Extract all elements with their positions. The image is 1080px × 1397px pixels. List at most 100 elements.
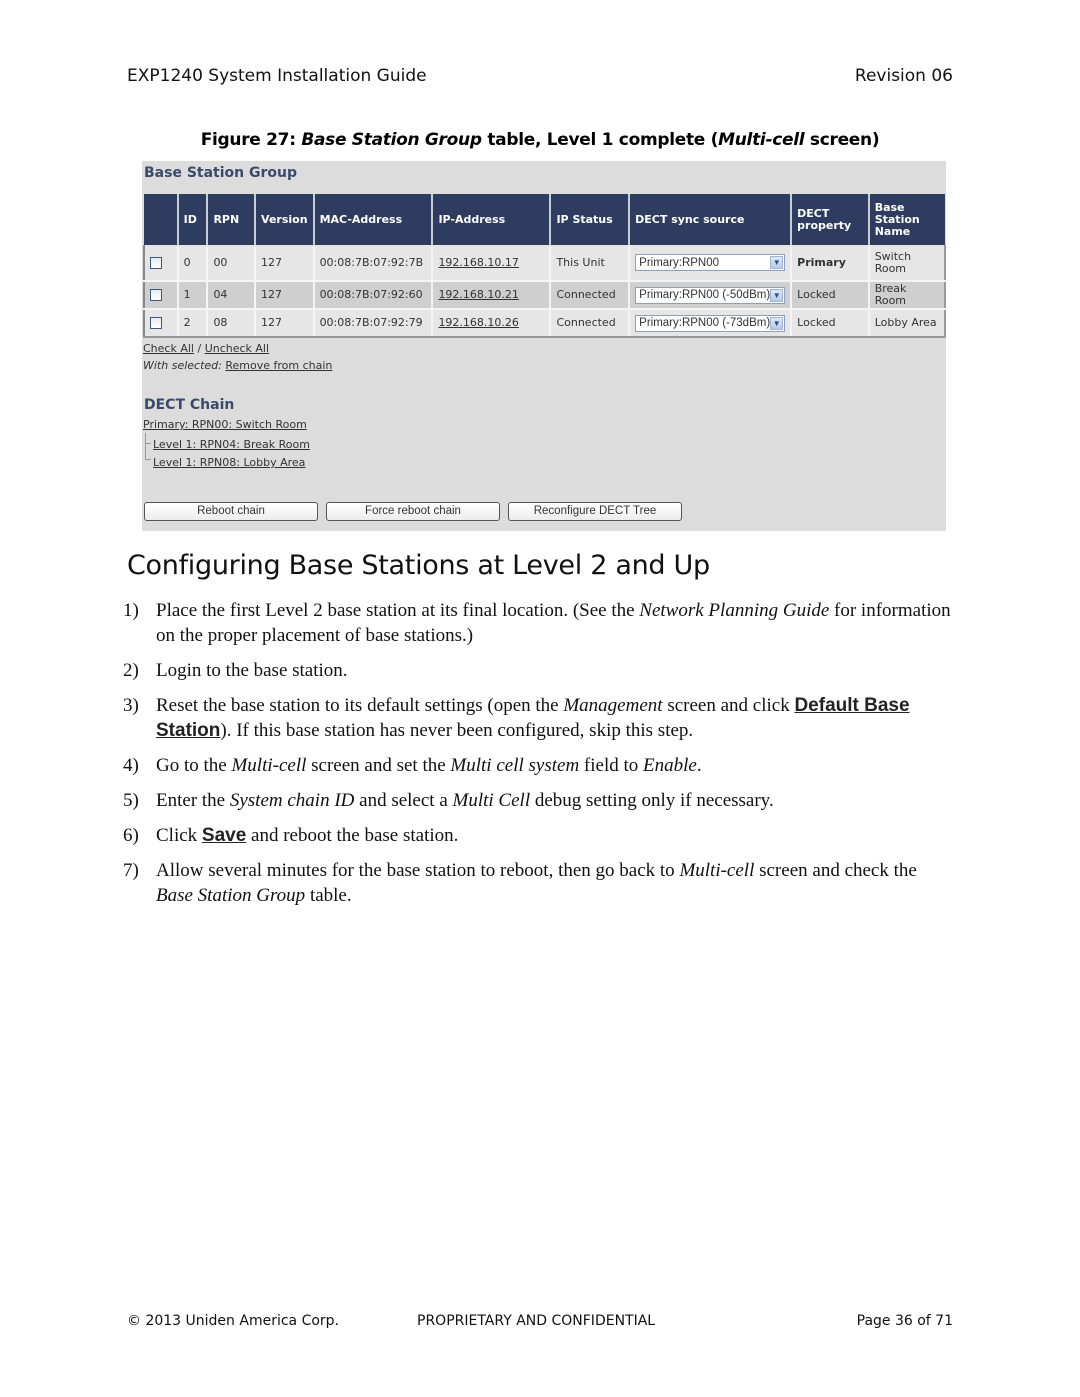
step-number: 5): [123, 790, 139, 811]
cell-rpn: 00: [206, 245, 256, 282]
cell-ip-status: This Unit: [549, 245, 630, 282]
cell-id: 2: [176, 309, 208, 338]
caption-text: table, Level 1 complete (: [481, 130, 719, 150]
cell-sync-source: Primary:RPN00 (-73dBm) ▼: [628, 309, 792, 338]
sync-source-select[interactable]: Primary:RPN00 (-73dBm) ▼: [635, 314, 786, 332]
document-revision: Revision 06: [854, 66, 953, 86]
cell-id: 0: [176, 245, 208, 282]
tree-connector: [145, 443, 151, 444]
sync-source-select[interactable]: Primary:RPN00 (-50dBm) ▼: [635, 286, 786, 304]
cell-sync-source: Primary:RPN00 ▼: [628, 245, 792, 282]
base-station-group-title: Base Station Group: [144, 165, 297, 181]
step-text: screen and click: [662, 695, 795, 716]
caption-prefix: Figure 27:: [200, 130, 302, 150]
cell-rpn: 08: [206, 309, 256, 338]
caption-text: screen): [804, 130, 880, 150]
step-text: ). If this base station has never been c…: [220, 720, 694, 741]
step-text: Enter the: [156, 790, 230, 811]
check-all-link[interactable]: Check All: [143, 342, 194, 355]
cell-rpn: 04: [206, 281, 256, 310]
row-checkbox[interactable]: [150, 256, 162, 269]
chain-link[interactable]: Primary: RPN00: Switch Room: [143, 418, 307, 431]
with-selected-label: With selected:: [143, 359, 222, 372]
cell-ip: 192.168.10.26: [431, 309, 551, 338]
row-checkbox[interactable]: [150, 289, 162, 301]
cell-version: 127: [254, 245, 314, 282]
step-item: 2) Login to the base station.: [123, 658, 953, 683]
step-item: 5) Enter the System chain ID and select …: [123, 788, 953, 813]
step-text: Go to the: [156, 755, 232, 776]
row-select-cell: [143, 309, 178, 338]
tree-connector: [145, 459, 151, 460]
base-station-group-table: ID RPN Version MAC-Address IP-Address IP…: [143, 194, 947, 338]
multicell-screenshot: Base Station Group ID RPN Version MAC-Ad…: [142, 161, 947, 531]
cell-ip: 192.168.10.21: [431, 281, 551, 310]
step-number: 6): [123, 825, 139, 846]
column-header-mac: MAC-Address: [312, 194, 433, 245]
step-item: 7) Allow several minutes for the base st…: [123, 858, 953, 908]
step-emphasis: Enable: [643, 755, 697, 776]
step-emphasis: Management: [563, 695, 663, 716]
chevron-down-icon[interactable]: ▼: [770, 288, 784, 302]
step-number: 1): [123, 600, 139, 621]
column-header-select: [144, 194, 178, 245]
column-header-rpn: RPN: [206, 194, 256, 245]
cell-ip: 192.168.10.17: [431, 245, 551, 282]
ip-link[interactable]: 192.168.10.26: [438, 316, 518, 329]
step-emphasis: Base Station Group: [156, 885, 306, 906]
cell-mac: 00:08:7B:07:92:60: [312, 281, 433, 310]
cell-mac: 00:08:7B:07:92:7B: [312, 245, 433, 282]
row-checkbox[interactable]: [150, 317, 162, 329]
step-number: 4): [123, 755, 139, 776]
step-number: 3): [123, 695, 139, 716]
table-row: 1 04 127 00:08:7B:07:92:60 192.168.10.21…: [143, 281, 947, 310]
remove-from-chain-link[interactable]: Remove from chain: [225, 359, 332, 372]
cell-id: 1: [176, 281, 208, 310]
sync-source-select[interactable]: Primary:RPN00 ▼: [635, 254, 786, 271]
step-text: field to: [579, 755, 644, 776]
page-number: Page 36 of 71: [856, 1313, 953, 1329]
link-separator: /: [193, 342, 205, 355]
step-text: Place the first Level 2 base station at …: [156, 600, 640, 621]
step-text: table.: [305, 885, 352, 906]
uncheck-all-link[interactable]: Uncheck All: [205, 342, 269, 355]
figure-caption: Figure 27: Base Station Group table, Lev…: [0, 130, 1080, 150]
caption-italic: Base Station Group: [301, 130, 482, 150]
step-emphasis: Network Planning Guide: [639, 600, 830, 621]
step-emphasis: Multi Cell: [452, 790, 531, 811]
force-reboot-chain-button[interactable]: Force reboot chain: [326, 502, 500, 521]
column-header-version: Version: [254, 194, 314, 245]
sync-source-value: Primary:RPN00 (-50dBm): [639, 289, 771, 301]
column-header-ip: IP-Address: [431, 194, 551, 245]
check-links: Check All / Uncheck All: [143, 342, 269, 355]
step-emphasis: Multi cell system: [450, 755, 580, 776]
chevron-down-icon[interactable]: ▼: [770, 256, 784, 269]
column-header-sync-source: DECT sync source: [628, 194, 792, 245]
table-row: 0 00 127 00:08:7B:07:92:7B 192.168.10.17…: [143, 245, 947, 282]
chain-item-primary: Primary: RPN00: Switch Room: [143, 418, 307, 431]
with-selected-actions: With selected: Remove from chain: [143, 359, 332, 372]
chain-link[interactable]: Level 1: RPN04: Break Room: [153, 438, 310, 451]
reboot-chain-button[interactable]: Reboot chain: [144, 502, 318, 521]
chain-link[interactable]: Level 1: RPN08: Lobby Area: [153, 456, 305, 469]
cell-station-name: Lobby Area: [867, 309, 947, 338]
caption-italic: Multi-cell: [718, 130, 805, 150]
cell-dect-property: Primary: [790, 245, 869, 282]
cell-station-name: Switch Room: [867, 245, 947, 282]
step-text: and reboot the base station.: [246, 825, 459, 846]
column-header-id: ID: [176, 194, 208, 245]
cell-ip-status: Connected: [549, 309, 630, 338]
step-item: 3) Reset the base station to its default…: [123, 693, 953, 743]
dect-chain-title: DECT Chain: [144, 397, 235, 413]
ip-link[interactable]: 192.168.10.21: [438, 288, 518, 301]
table-row: 2 08 127 00:08:7B:07:92:79 192.168.10.26…: [143, 309, 947, 338]
cell-version: 127: [254, 281, 314, 310]
ip-link[interactable]: 192.168.10.17: [438, 256, 518, 269]
cell-station-name: Break Room: [867, 281, 947, 310]
row-select-cell: [143, 245, 178, 282]
table-header-row: ID RPN Version MAC-Address IP-Address IP…: [144, 194, 945, 245]
tree-connector: [145, 433, 146, 459]
column-header-ip-status: IP Status: [549, 194, 630, 245]
chevron-down-icon[interactable]: ▼: [770, 316, 784, 330]
reconfigure-dect-tree-button[interactable]: Reconfigure DECT Tree: [508, 502, 682, 521]
